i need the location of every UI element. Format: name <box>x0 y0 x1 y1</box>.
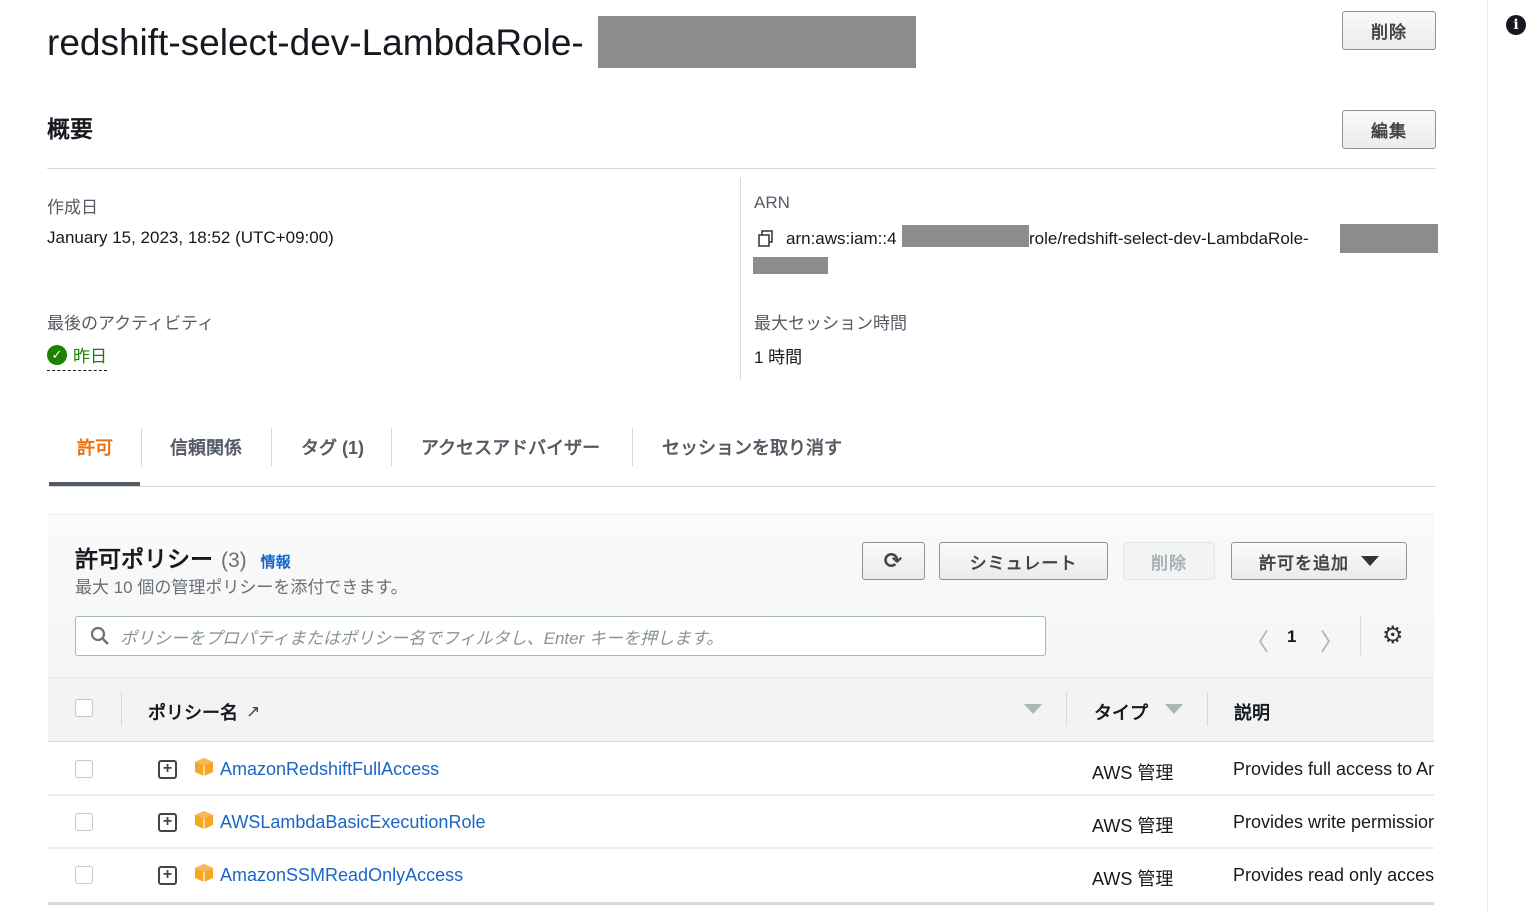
redacted-block <box>1340 224 1438 253</box>
search-placeholder: ポリシーをプロパティまたはポリシー名でフィルタし、Enter キーを押します。 <box>120 624 723 649</box>
policy-type: AWS 管理 <box>1092 865 1173 891</box>
divider <box>47 168 1436 169</box>
add-permissions-button[interactable]: 許可を追加 <box>1231 542 1407 580</box>
policy-type: AWS 管理 <box>1092 812 1173 838</box>
tab-separator <box>391 428 392 466</box>
search-input[interactable]: ポリシーをプロパティまたはポリシー名でフィルタし、Enter キーを押します。 <box>75 616 1046 656</box>
prev-page-icon[interactable]: 〈 <box>1245 622 1269 657</box>
created-value: January 15, 2023, 18:52 (UTC+09:00) <box>47 228 334 248</box>
tab-trust[interactable]: 信頼関係 <box>170 434 242 460</box>
add-permissions-label: 許可を追加 <box>1259 549 1349 574</box>
arn-label: ARN <box>754 193 790 213</box>
policy-link[interactable]: AmazonSSMReadOnlyAccess <box>220 865 463 886</box>
check-circle-icon: ✓ <box>47 345 67 365</box>
right-panel-divider <box>1487 0 1488 912</box>
expand-icon[interactable]: + <box>158 866 177 885</box>
delete-role-button[interactable]: 削除 <box>1342 11 1436 50</box>
search-icon <box>90 626 110 646</box>
delete-policy-button[interactable]: 削除 <box>1123 542 1215 580</box>
tab-separator <box>632 428 633 466</box>
col-divider <box>1066 692 1067 726</box>
managed-policy-icon <box>194 863 214 883</box>
policy-description: Provides full access to Amazon Redshift <box>1233 759 1434 780</box>
next-page-icon[interactable]: 〉 <box>1320 622 1344 657</box>
col-divider <box>1207 692 1208 726</box>
policies-title: 許可ポリシー (3) 情報 <box>75 540 291 574</box>
expand-icon[interactable]: + <box>158 813 177 832</box>
summary-heading: 概要 <box>47 110 93 144</box>
table-row: + AmazonRedshiftFullAccess AWS 管理 Provid… <box>48 743 1434 796</box>
policies-heading: 許可ポリシー <box>75 540 213 574</box>
expand-icon[interactable]: + <box>158 760 177 779</box>
column-divider <box>740 178 741 380</box>
simulate-button[interactable]: シミュレート <box>939 542 1108 580</box>
col-header-desc: 説明 <box>1234 699 1270 725</box>
gear-icon[interactable]: ⚙ <box>1382 624 1404 648</box>
policies-count: (3) <box>221 549 247 573</box>
policy-type: AWS 管理 <box>1092 759 1173 785</box>
edit-button[interactable]: 編集 <box>1342 110 1436 149</box>
tab-tags[interactable]: タグ (1) <box>301 434 364 460</box>
arn-prefix: arn:aws:iam::4 <box>786 229 897 249</box>
tab-access-advisor[interactable]: アクセスアドバイザー <box>421 434 600 460</box>
col-divider <box>121 692 122 726</box>
policies-subtitle: 最大 10 個の管理ポリシーを添付できます。 <box>75 573 408 598</box>
managed-policy-icon <box>194 810 214 830</box>
activity-value: 昨日 <box>73 342 107 367</box>
row-checkbox[interactable] <box>75 813 93 831</box>
tabs-divider <box>49 486 1436 487</box>
row-checkbox[interactable] <box>75 866 93 884</box>
managed-policy-icon <box>194 757 214 777</box>
col-name-label: ポリシー名 <box>148 699 238 725</box>
copy-icon[interactable] <box>757 229 775 247</box>
page-title: redshift-select-dev-LambdaRole- <box>47 22 584 64</box>
row-checkbox[interactable] <box>75 760 93 778</box>
policy-link[interactable]: AWSLambdaBasicExecutionRole <box>220 812 485 833</box>
tab-permissions[interactable]: 許可 <box>77 434 113 460</box>
activity-status[interactable]: ✓ 昨日 <box>47 342 107 371</box>
session-label: 最大セッション時間 <box>754 309 907 334</box>
table-row: + AWSLambdaBasicExecutionRole AWS 管理 Pro… <box>48 796 1434 849</box>
sort-icon[interactable] <box>1165 704 1183 714</box>
arn-role: role/redshift-select-dev-LambdaRole- <box>1029 229 1309 249</box>
policy-link[interactable]: AmazonRedshiftFullAccess <box>220 759 439 780</box>
select-all-checkbox[interactable] <box>75 699 93 717</box>
policy-description: Provides read only access to Amazon SSM <box>1233 865 1434 886</box>
caret-down-icon <box>1361 556 1379 566</box>
policy-description: Provides write permissions to CloudWatch… <box>1233 812 1434 833</box>
redacted-block <box>902 225 1029 247</box>
tab-separator <box>271 428 272 466</box>
col-header-name[interactable]: ポリシー名 ↗ <box>148 699 260 725</box>
table-row: + AmazonSSMReadOnlyAccess AWS 管理 Provide… <box>48 849 1434 905</box>
redacted-block <box>753 257 828 274</box>
info-link[interactable]: 情報 <box>261 551 291 572</box>
info-icon[interactable]: i <box>1506 15 1526 35</box>
activity-label: 最後のアクティビティ <box>47 309 214 334</box>
redacted-block <box>598 16 916 68</box>
tab-separator <box>141 428 142 466</box>
sort-icon[interactable] <box>1024 704 1042 714</box>
tab-revoke-sessions[interactable]: セッションを取り消す <box>662 434 842 460</box>
pagination-divider <box>1360 617 1361 655</box>
external-link-icon: ↗ <box>246 702 260 722</box>
session-value: 1 時間 <box>754 343 802 368</box>
col-header-type[interactable]: タイプ <box>1094 699 1148 725</box>
page-number[interactable]: 1 <box>1287 627 1296 647</box>
created-label: 作成日 <box>47 193 98 218</box>
refresh-button[interactable]: ⟳ <box>862 542 925 580</box>
